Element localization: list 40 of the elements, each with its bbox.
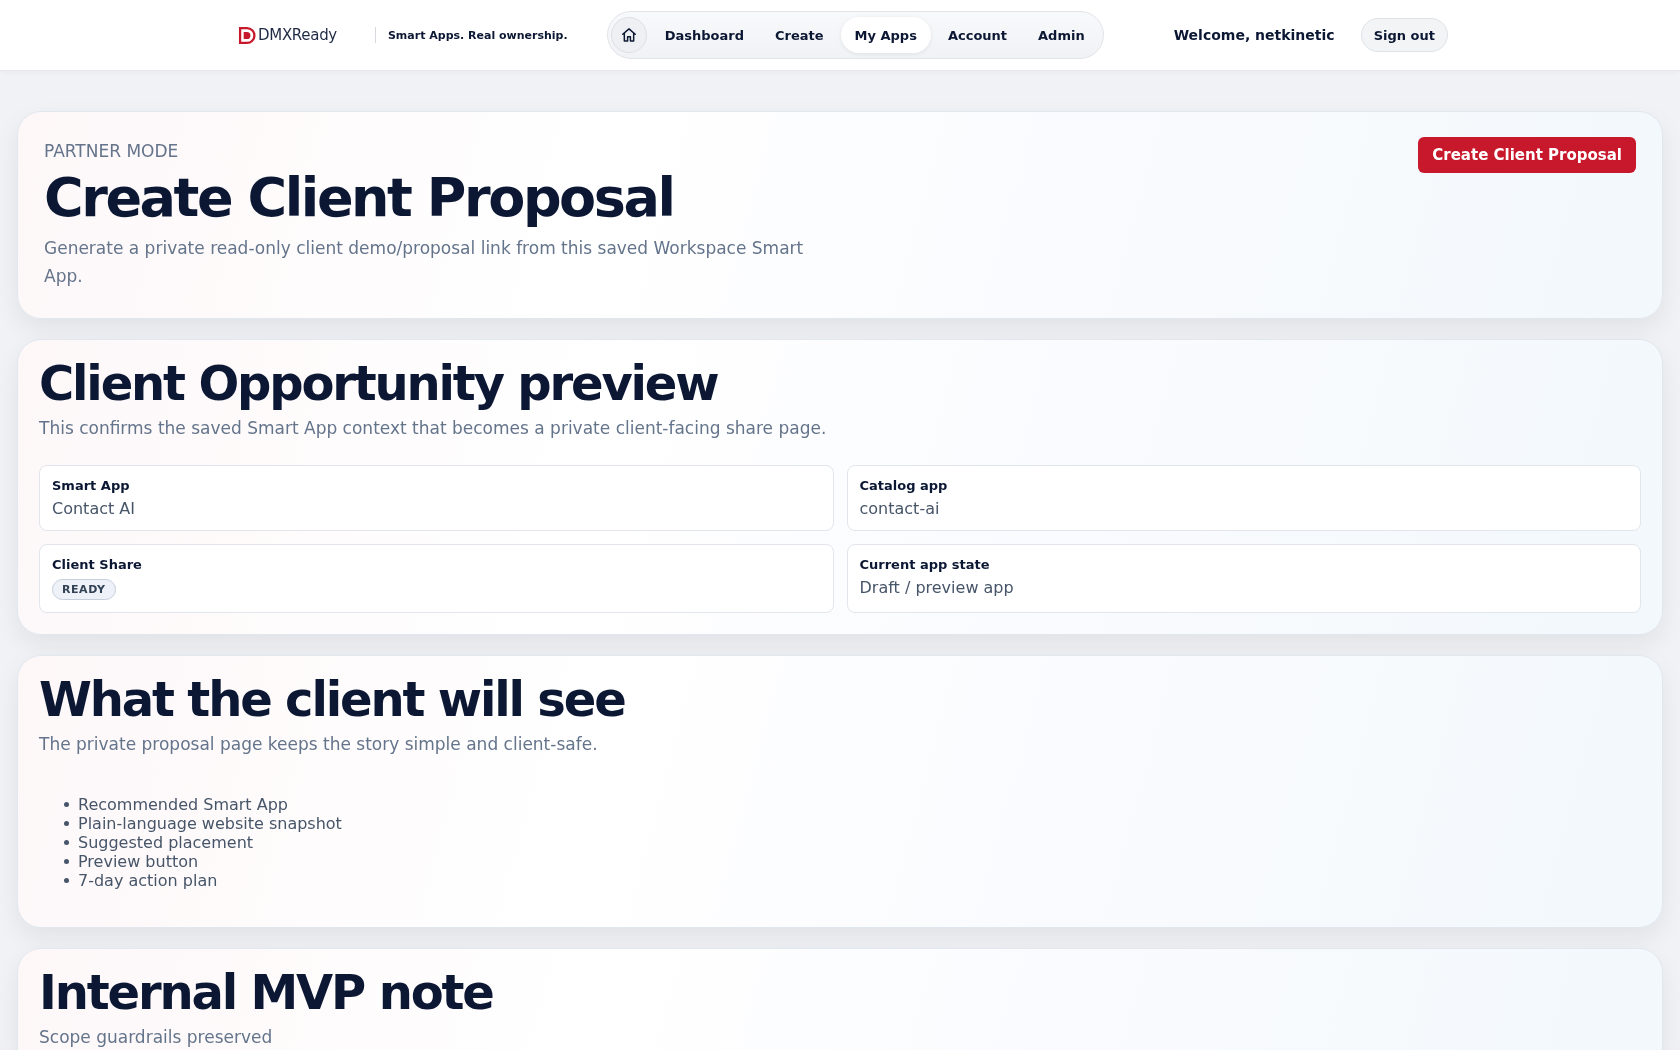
bullet-icon — [64, 802, 69, 807]
detail-label: Current app state — [859, 556, 991, 574]
section-title: Client Opportunity preview — [39, 357, 719, 410]
sign-out-button[interactable]: Sign out — [1360, 18, 1448, 52]
nav-tab[interactable]: My Apps — [840, 17, 931, 53]
nav-tab[interactable]: Dashboard — [650, 17, 758, 53]
section-subtitle: This confirms the saved Smart App context that becomes a private client-facing share page. — [39, 417, 828, 440]
detail-label: Smart App — [52, 477, 131, 495]
detail-label: Client Share — [52, 556, 143, 574]
page-title: Create Client Proposal — [44, 168, 675, 227]
section-title: What the client will see — [39, 673, 626, 726]
nav-tab[interactable]: Create — [760, 17, 838, 53]
list-item: Recommended Smart App — [78, 795, 288, 814]
page-subtitle: Generate a private read-only client demo/proposal link from this saved Workspace Smart App. — [44, 237, 805, 288]
bullet-icon — [64, 821, 69, 826]
list-item: Preview button — [78, 852, 199, 871]
section-subtitle: The private proposal page keeps the story simple and client-safe. — [39, 733, 599, 756]
home-icon — [621, 28, 636, 42]
status-badge: READY — [52, 579, 116, 600]
create-proposal-button[interactable]: Create Client Proposal — [1418, 137, 1636, 173]
nav-tab[interactable]: Account — [933, 17, 1022, 53]
tagline: Smart Apps. Real ownership. — [387, 28, 568, 42]
section-title: Internal MVP note — [39, 966, 494, 1019]
logo-icon — [238, 25, 257, 45]
home-button[interactable] — [610, 17, 647, 53]
section-subtitle: Scope guardrails preserved — [39, 1026, 274, 1049]
detail-value: contact-ai — [859, 498, 941, 520]
detail-value: Draft / preview app — [859, 577, 1015, 599]
list-item: 7-day action plan — [78, 871, 218, 890]
detail-value: Contact AI — [52, 498, 136, 520]
eyebrow-label: PARTNER MODE — [44, 140, 180, 162]
detail-label: Catalog app — [859, 477, 949, 495]
nav-tab[interactable]: Admin — [1024, 17, 1099, 53]
list-item: Suggested placement — [78, 833, 254, 852]
welcome-text: Welcome, netkinetic — [1173, 27, 1335, 43]
list-item: Plain-language website snapshot — [78, 814, 342, 833]
bullet-icon — [64, 859, 69, 864]
logo-text: DMXReady — [258, 26, 337, 44]
bullet-icon — [64, 878, 69, 883]
bullet-icon — [64, 840, 69, 845]
